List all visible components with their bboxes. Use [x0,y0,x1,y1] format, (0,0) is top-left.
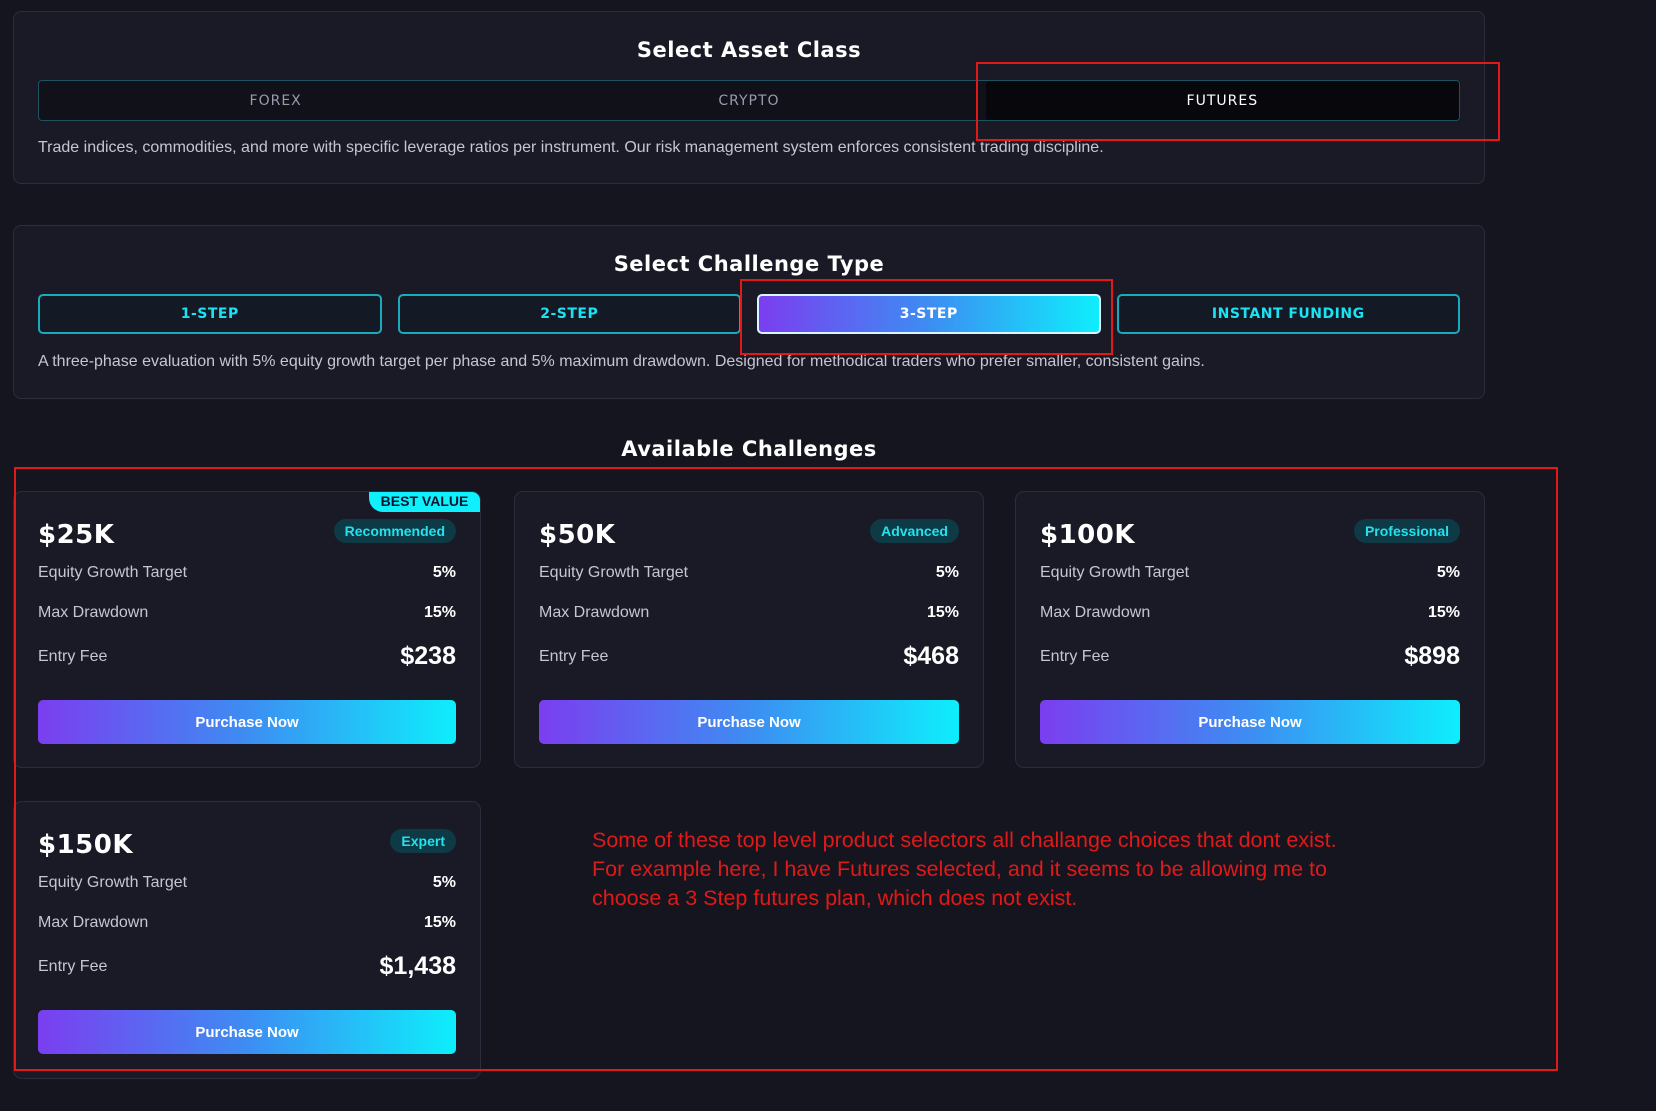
annotation-line: Some of these top level product selector… [592,828,1337,852]
asset-class-description: Trade indices, commodities, and more wit… [38,139,1104,156]
purchase-now-button[interactable]: Purchase Now [38,700,456,744]
1-step-button[interactable]: 1-STEP [38,294,382,334]
max-drawdown-value: 15% [1427,604,1460,621]
entry-fee-value: $468 [903,642,959,670]
challenge-card-50k: $50K Advanced Equity Growth Target 5% Ma… [514,491,984,768]
max-drawdown-label: Max Drawdown [38,604,149,621]
card-badge: Recommended [333,519,456,543]
max-drawdown-row: Max Drawdown 15% [539,604,959,622]
purchase-now-button[interactable]: Purchase Now [539,700,959,744]
page: Select Asset Class FOREX CRYPTO FUTURES … [0,0,1656,1111]
max-drawdown-label: Max Drawdown [1040,604,1151,621]
entry-fee-value: $1,438 [379,952,456,980]
max-drawdown-value: 15% [423,914,456,931]
growth-target-value: 5% [1436,564,1460,581]
entry-fee-label: Entry Fee [1040,647,1110,665]
card-amount: $25K [38,520,115,550]
card-amount: $150K [38,830,134,860]
growth-target-row: Equity Growth Target 5% [1040,564,1460,582]
card-badge: Advanced [870,519,959,543]
card-badge: Professional [1353,519,1460,543]
asset-class-title: Select Asset Class [636,38,862,62]
growth-target-value: 5% [432,874,456,891]
purchase-now-button[interactable]: Purchase Now [38,1010,456,1054]
growth-target-value: 5% [432,564,456,581]
max-drawdown-label: Max Drawdown [539,604,650,621]
entry-fee-label: Entry Fee [539,647,609,665]
tab-futures[interactable]: FUTURES [985,81,1459,120]
challenge-type-panel: Select Challenge Type 1-STEP 2-STEP 3-ST… [13,225,1485,399]
max-drawdown-value: 15% [926,604,959,621]
annotation-line: choose a 3 Step futures plan, which does… [592,886,1078,910]
asset-class-panel: Select Asset Class FOREX CRYPTO FUTURES … [13,11,1485,184]
growth-target-label: Equity Growth Target [539,564,689,581]
max-drawdown-row: Max Drawdown 15% [1040,604,1460,622]
max-drawdown-label: Max Drawdown [38,914,149,931]
challenge-type-buttons: 1-STEP 2-STEP 3-STEP INSTANT FUNDING [38,294,1460,334]
entry-fee-row: Entry Fee $898 [1040,642,1460,671]
challenge-card-150k: $150K Expert Equity Growth Target 5% Max… [13,801,481,1079]
challenge-card-25k: BEST VALUE $25K Recommended Equity Growt… [13,491,481,768]
entry-fee-row: Entry Fee $1,438 [38,952,456,981]
entry-fee-label: Entry Fee [38,957,108,975]
instant-funding-button[interactable]: INSTANT FUNDING [1116,294,1460,334]
card-amount: $100K [1040,520,1136,550]
card-amount: $50K [539,520,616,550]
asset-class-tabs: FOREX CRYPTO FUTURES [38,80,1460,121]
available-challenges-title: Available Challenges [621,437,877,461]
3-step-button[interactable]: 3-STEP [757,294,1101,334]
challenge-type-title: Select Challenge Type [613,252,885,276]
entry-fee-row: Entry Fee $468 [539,642,959,671]
growth-target-label: Equity Growth Target [38,874,188,891]
purchase-now-button[interactable]: Purchase Now [1040,700,1460,744]
entry-fee-row: Entry Fee $238 [38,642,456,671]
challenge-card-100k: $100K Professional Equity Growth Target … [1015,491,1485,768]
entry-fee-label: Entry Fee [38,647,108,665]
growth-target-label: Equity Growth Target [38,564,188,581]
entry-fee-value: $238 [400,642,456,670]
max-drawdown-row: Max Drawdown 15% [38,914,456,932]
growth-target-row: Equity Growth Target 5% [38,874,456,892]
annotation-line: For example here, I have Futures selecte… [592,857,1327,881]
2-step-button[interactable]: 2-STEP [397,294,741,334]
card-badge: Expert [390,829,456,853]
growth-target-label: Equity Growth Target [1040,564,1190,581]
tab-forex[interactable]: FOREX [39,81,512,120]
best-value-ribbon: BEST VALUE [369,492,480,512]
max-drawdown-value: 15% [423,604,456,621]
growth-target-value: 5% [935,564,959,581]
tab-crypto[interactable]: CRYPTO [512,81,985,120]
challenge-type-description: A three-phase evaluation with 5% equity … [38,353,1205,370]
entry-fee-value: $898 [1404,642,1460,670]
growth-target-row: Equity Growth Target 5% [539,564,959,582]
growth-target-row: Equity Growth Target 5% [38,564,456,582]
annotation-note: Some of these top level product selector… [592,826,1337,913]
max-drawdown-row: Max Drawdown 15% [38,604,456,622]
